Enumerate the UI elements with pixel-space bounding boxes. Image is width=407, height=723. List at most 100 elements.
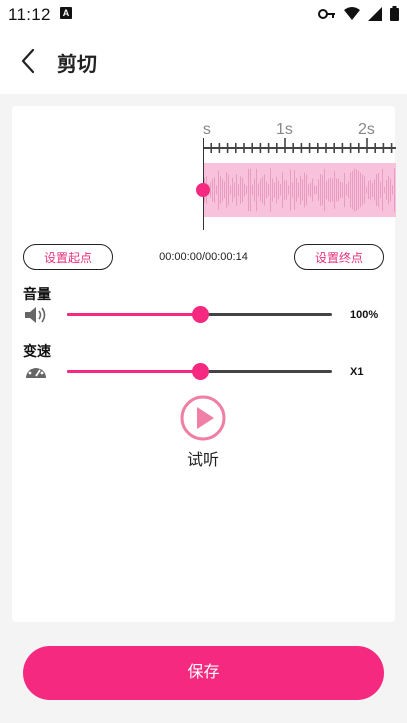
waveform-bar [218, 170, 219, 210]
waveform-bar [368, 180, 369, 200]
waveform-bar [312, 178, 313, 202]
notification-icon: A [60, 7, 72, 19]
waveform-bar [332, 178, 333, 202]
waveform-bar [212, 178, 213, 202]
waveform-bar [240, 176, 241, 204]
status-bar: 11:12 A [0, 0, 407, 28]
chevron-left-icon[interactable] [18, 48, 42, 74]
waveform-bar [226, 172, 227, 208]
waveform-bar [264, 174, 265, 206]
ruler-label-2: 2s [358, 121, 375, 138]
waveform-bar [302, 179, 303, 201]
waveform-bar [288, 185, 289, 195]
waveform-bar [244, 183, 245, 197]
speed-slider-thumb[interactable] [192, 363, 209, 380]
waveform-bar [326, 180, 327, 200]
waveform-bar [210, 182, 211, 198]
set-start-button[interactable]: 设置起点 [23, 244, 113, 270]
waveform-bar [344, 172, 345, 208]
speedometer-icon [26, 364, 46, 378]
waveform-bar [316, 186, 317, 194]
volume-slider-fill [67, 313, 200, 316]
wifi-icon [344, 6, 360, 20]
waveform-bar [270, 168, 271, 212]
waveform-bar [384, 186, 385, 194]
waveform-bar [340, 181, 341, 199]
waveform-graph [204, 168, 395, 212]
waveform-bar [390, 178, 391, 202]
ruler-label-0: 0s [203, 121, 211, 138]
waveform-bar [252, 184, 253, 196]
speaker-icon [25, 307, 46, 323]
waveform-bar [276, 176, 277, 204]
status-time: 11:12 [8, 5, 51, 24]
page-title: 剪切 [57, 54, 97, 76]
waveform-bar [256, 168, 257, 212]
waveform-bar [394, 168, 395, 212]
waveform-bar [372, 182, 373, 198]
waveform-bar [286, 180, 287, 200]
ruler-label-1: 1s [276, 121, 293, 138]
waveform-bar [388, 175, 389, 205]
waveform-bar [314, 185, 315, 195]
waveform-bar [224, 181, 225, 199]
waveform-bar [290, 169, 291, 211]
waveform-bar [382, 168, 383, 212]
volume-slider-thumb[interactable] [192, 306, 209, 323]
waveform-bar [300, 175, 301, 205]
speed-label: 变速 [23, 343, 51, 359]
volume-slider[interactable] [67, 306, 332, 323]
waveform-bar [220, 175, 221, 205]
waveform-bar [354, 168, 355, 212]
waveform-bar [320, 174, 321, 206]
waveform-bar [334, 171, 335, 209]
waveform-bar [308, 184, 309, 196]
waveform-bar [222, 179, 223, 201]
waveform-bar [272, 178, 273, 202]
waveform-bar [234, 182, 235, 198]
waveform-bar [348, 181, 349, 199]
play-icon[interactable] [180, 395, 226, 441]
time-readout: 00:00:00/00:00:14 [159, 251, 248, 263]
waveform-bar [392, 185, 393, 195]
status-icons [318, 6, 399, 21]
waveform-bar [324, 168, 325, 212]
waveform-bar [298, 182, 299, 198]
waveform-bar [278, 180, 279, 200]
waveform-bar [378, 172, 379, 208]
signal-icon [368, 6, 382, 21]
waveform-bar [230, 185, 231, 195]
waveform-bar [376, 173, 377, 207]
waveform-bar [214, 177, 215, 203]
waveform-bars [204, 168, 395, 212]
waveform-bar [228, 174, 229, 206]
waveform-bar [346, 184, 347, 196]
waveform-bar [322, 174, 323, 206]
speed-value: X1 [350, 366, 364, 378]
speed-slider[interactable] [67, 363, 332, 380]
waveform-bar [318, 179, 319, 201]
volume-value: 100% [350, 309, 379, 321]
waveform-bar [352, 170, 353, 210]
waveform-bar [350, 172, 351, 208]
playhead-handle[interactable] [196, 183, 210, 197]
save-button[interactable]: 保存 [23, 646, 384, 700]
waveform-bar [242, 177, 243, 203]
waveform-bar [380, 181, 381, 199]
waveform-bar [364, 176, 365, 204]
waveform-bar [330, 177, 331, 203]
waveform-bar [366, 186, 367, 194]
waveform-bar [374, 179, 375, 201]
waveform-bar [342, 182, 343, 198]
waveform-bar [216, 185, 217, 195]
set-end-button[interactable]: 设置终点 [294, 244, 384, 270]
waveform[interactable] [203, 163, 396, 217]
waveform-bar [254, 178, 255, 202]
waveform-bar [238, 183, 239, 197]
waveform-bar [260, 179, 261, 201]
waveform-bar [328, 178, 329, 202]
key-icon [318, 8, 335, 19]
waveform-bar [246, 186, 247, 194]
waveform-bar [268, 183, 269, 197]
battery-icon [390, 6, 399, 21]
